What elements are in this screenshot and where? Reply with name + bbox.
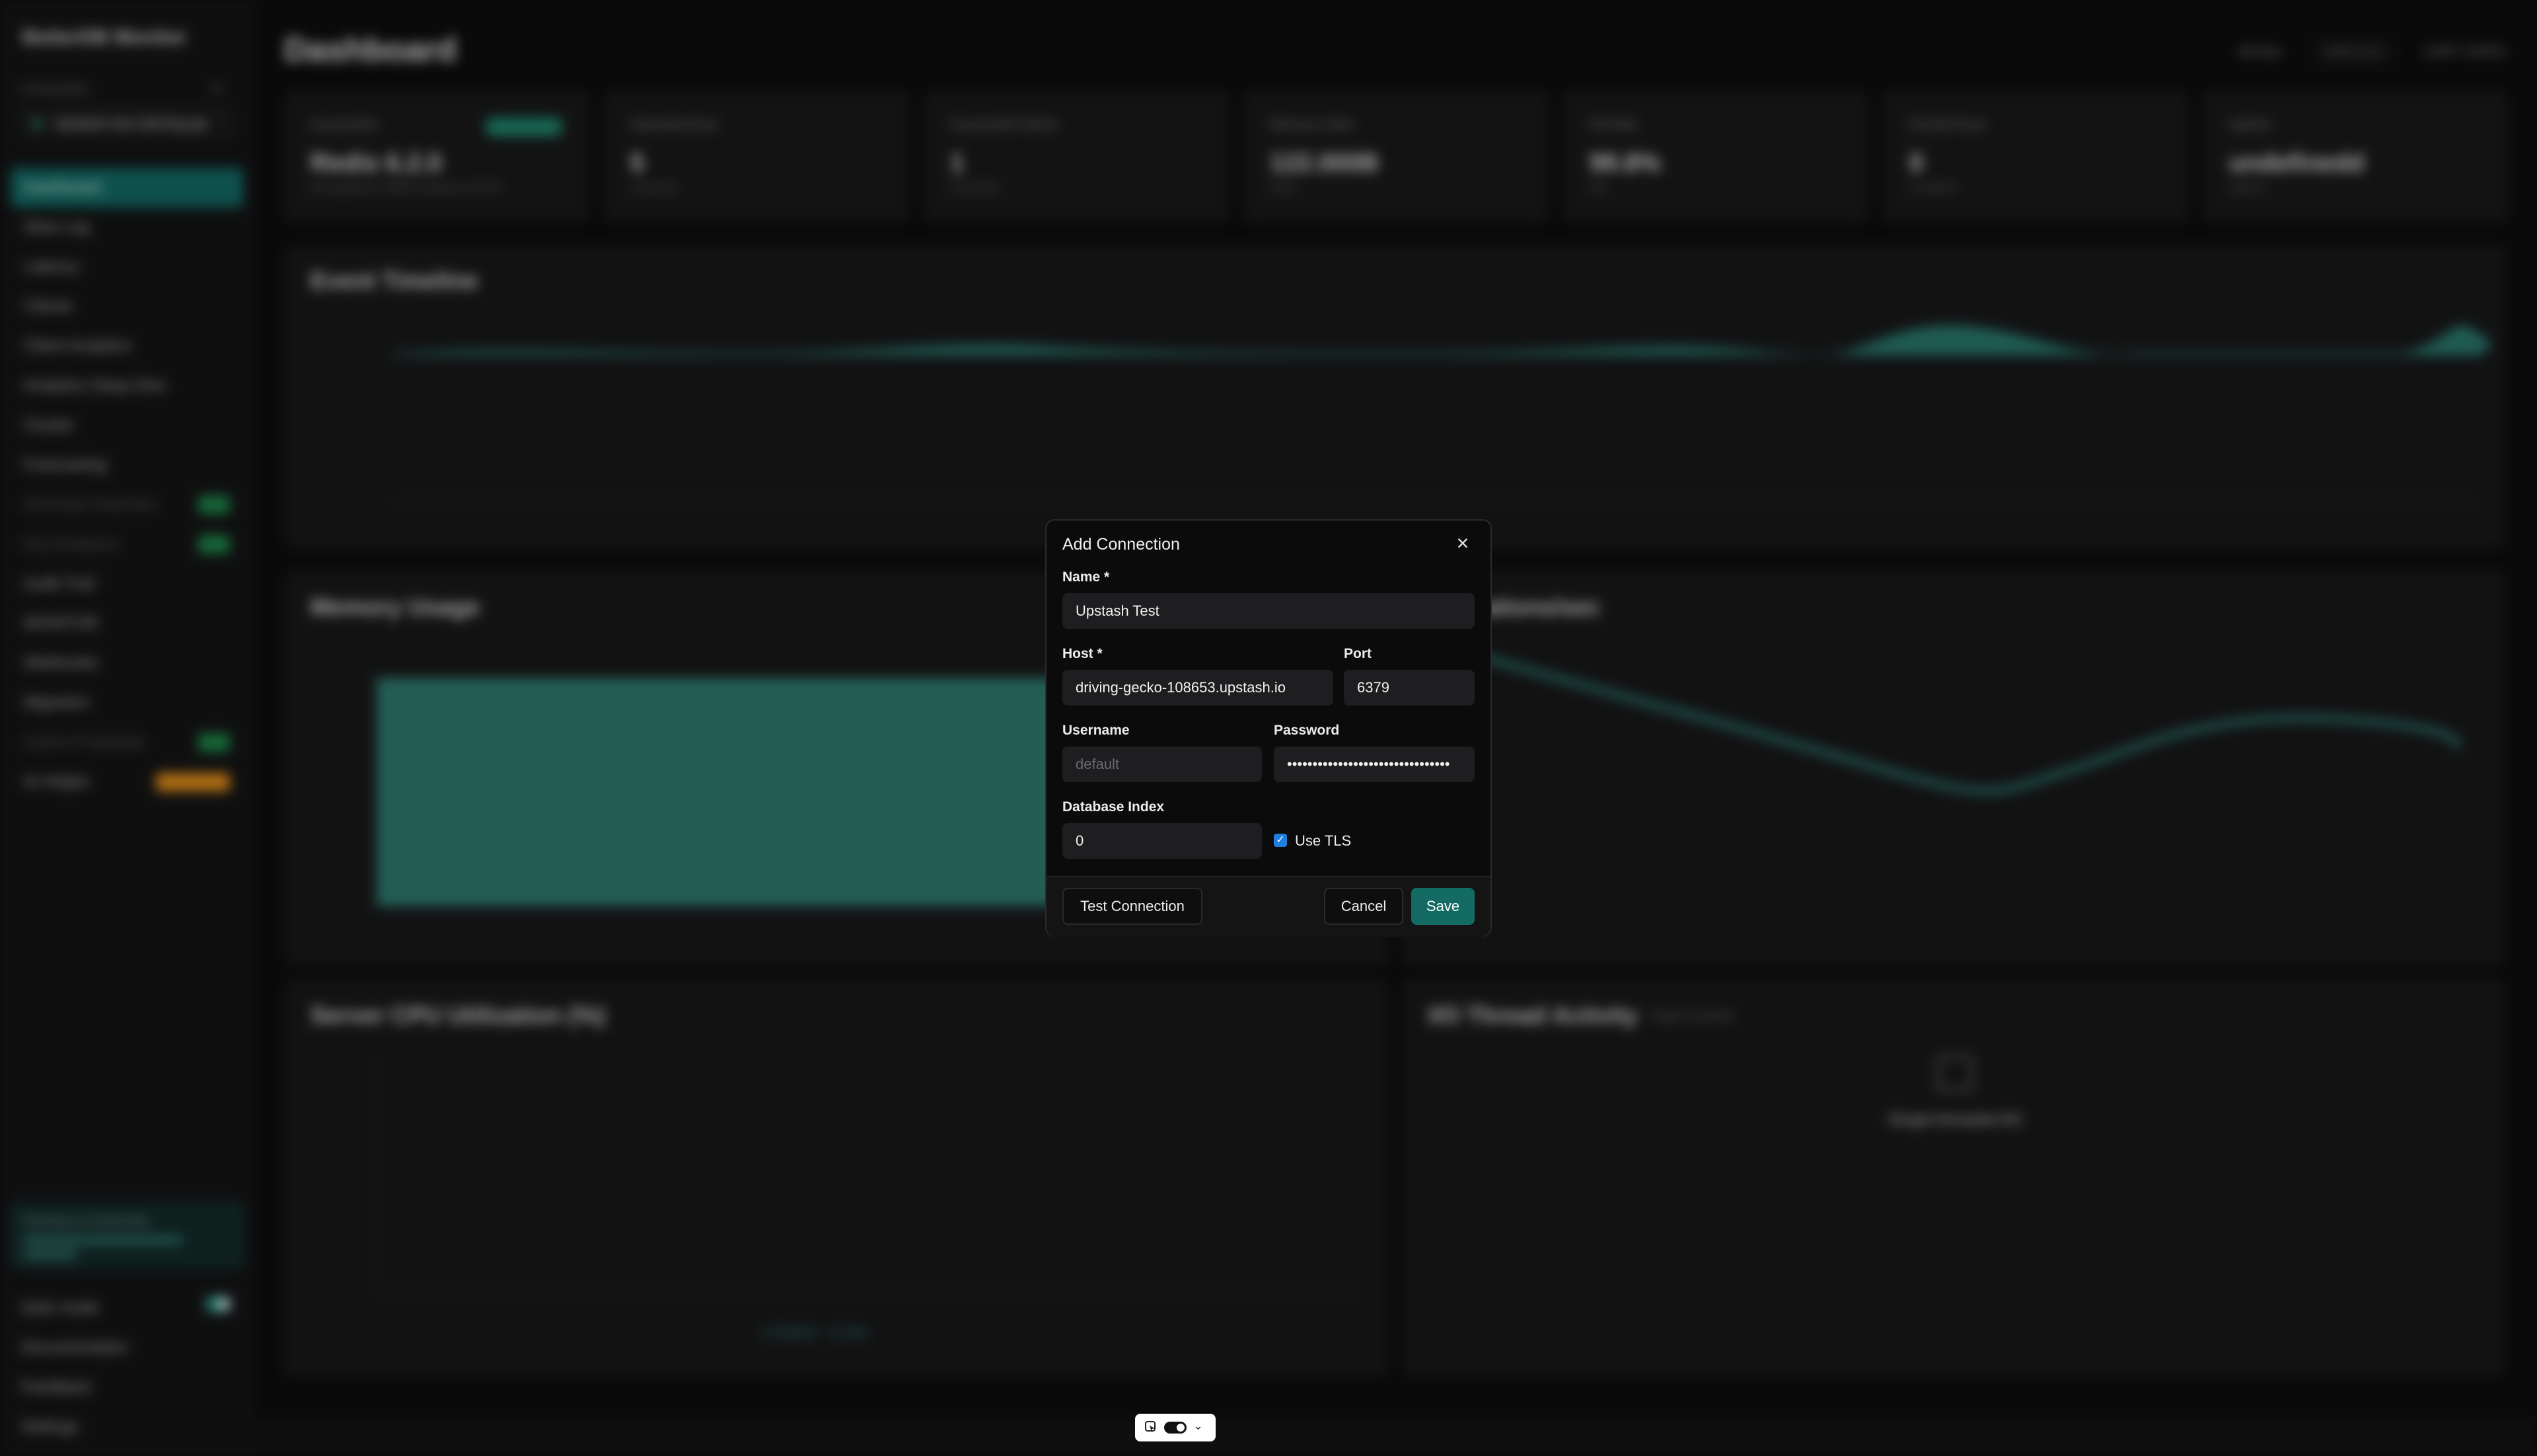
password-label: Password: [1274, 723, 1340, 738]
username-input[interactable]: [1062, 746, 1262, 782]
test-connection-button[interactable]: Test Connection: [1062, 888, 1202, 925]
dev-toolbar[interactable]: ⌄: [1135, 1414, 1216, 1441]
password-input[interactable]: [1274, 746, 1475, 782]
port-label: Port: [1344, 646, 1372, 661]
chevron-down-icon[interactable]: ⌄: [1193, 1419, 1203, 1433]
use-tls-label: Use TLS: [1295, 832, 1352, 849]
add-connection-dialog: Add Connection × Name * Host * Port User…: [1045, 519, 1492, 937]
host-input[interactable]: [1062, 670, 1333, 706]
host-label: Host *: [1062, 646, 1103, 661]
close-icon[interactable]: ×: [1450, 530, 1476, 556]
dialog-title: Add Connection: [1062, 535, 1180, 554]
dev-toggle[interactable]: [1164, 1422, 1187, 1434]
name-input[interactable]: [1062, 593, 1475, 629]
save-button[interactable]: Save: [1411, 888, 1475, 925]
dialog-footer: Test Connection Cancel Save: [1047, 876, 1490, 937]
pointer-icon: [1145, 1421, 1156, 1432]
database-index-input[interactable]: [1062, 823, 1262, 859]
port-input[interactable]: [1344, 670, 1475, 706]
name-label: Name *: [1062, 569, 1110, 585]
cancel-button[interactable]: Cancel: [1324, 888, 1403, 925]
database-index-label: Database Index: [1062, 799, 1165, 815]
username-label: Username: [1062, 723, 1130, 738]
checkbox-check-icon[interactable]: ✓: [1274, 834, 1287, 847]
